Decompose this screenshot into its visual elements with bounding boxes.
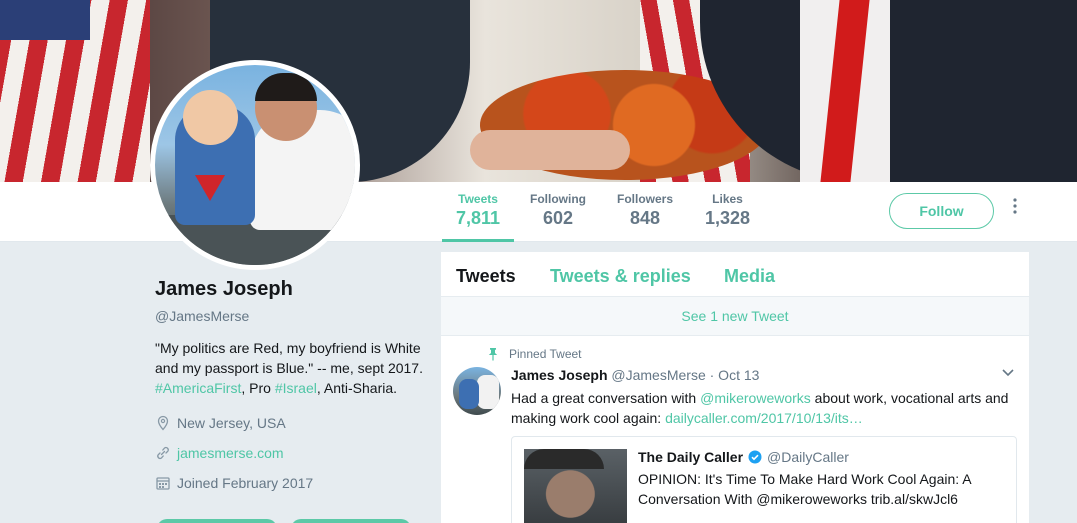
tweet-header: James Joseph @JamesMerse · Oct 13: [511, 367, 759, 383]
stat-value: 848: [629, 208, 661, 228]
hashtag-link[interactable]: #AmericaFirst: [155, 380, 241, 396]
quoted-tweet-header: The Daily Caller @DailyCaller: [638, 449, 849, 465]
tweet-text-part: Had a great conversation with: [511, 390, 701, 406]
mention-link[interactable]: @mikeroweworks: [700, 390, 811, 406]
profile-handle[interactable]: @JamesMerse: [155, 308, 425, 324]
profile-joined: Joined February 2017: [155, 474, 425, 492]
timeline: Tweets Tweets & replies Media See 1 new …: [441, 252, 1029, 523]
avatar-man-hair: [255, 73, 317, 101]
chevron-down-icon[interactable]: [1001, 368, 1015, 378]
bio-text: , Pro: [241, 380, 275, 396]
tweet-avatar-man: [477, 375, 499, 409]
tab-tweets-replies[interactable]: Tweets & replies: [550, 266, 691, 287]
calendar-icon: [156, 477, 170, 490]
location-text: New Jersey, USA: [177, 415, 286, 431]
stat-value: 1,328: [705, 208, 751, 228]
location-pin-icon: [157, 415, 169, 431]
pinned-tweet[interactable]: Pinned Tweet James Joseph @JamesMerse · …: [441, 336, 1029, 523]
bio-text: , Anti-Sharia.: [316, 380, 398, 396]
tab-media[interactable]: Media: [724, 266, 775, 287]
verified-badge-icon: [748, 450, 762, 464]
link-icon: [157, 446, 169, 460]
follow-button[interactable]: Follow: [889, 193, 994, 229]
stat-value: 602: [542, 208, 574, 228]
pinned-label-row: Pinned Tweet: [487, 347, 582, 361]
banner-handshake: [470, 130, 630, 170]
profile-website: jamesmerse.com: [155, 444, 425, 462]
avatar-child-head: [183, 90, 238, 145]
tweet-author-name[interactable]: James Joseph: [511, 367, 608, 383]
more-options-icon[interactable]: [1007, 198, 1023, 224]
tweet-text: Had a great conversation with @mikerowew…: [511, 388, 1021, 428]
stat-followers[interactable]: Followers 848: [617, 192, 673, 229]
profile-avatar[interactable]: [150, 60, 360, 270]
stat-label: Followers: [617, 192, 674, 206]
tweet-url-link[interactable]: dailycaller.com/2017/10/13/its…: [665, 410, 863, 426]
profile-name[interactable]: James Joseph: [155, 278, 425, 301]
joined-text: Joined February 2017: [177, 475, 314, 491]
flag-canton: [0, 0, 90, 40]
stat-following[interactable]: Following 602: [530, 192, 586, 229]
quoted-tweet-text: OPINION: It's Time To Make Hard Work Coo…: [638, 471, 971, 507]
tweet-avatar[interactable]: [453, 367, 501, 415]
tweet-to-button[interactable]: [157, 519, 277, 523]
tweet-avatar-child: [459, 379, 479, 409]
hashtag-link[interactable]: #Israel: [275, 380, 317, 396]
quoted-tweet-card[interactable]: The Daily Caller @DailyCaller OPINION: I…: [511, 436, 1017, 523]
pin-icon: [488, 348, 498, 361]
stat-likes[interactable]: Likes 1,328: [705, 192, 750, 229]
message-button[interactable]: [291, 519, 411, 523]
bio-text: "My politics are Red, my boyfriend is Wh…: [155, 340, 423, 376]
tweet-author-handle[interactable]: @JamesMerse: [611, 367, 705, 383]
tweet-date[interactable]: · Oct 13: [706, 367, 760, 383]
quoted-author-handle[interactable]: @DailyCaller: [767, 449, 849, 465]
quoted-author-name[interactable]: The Daily Caller: [638, 449, 743, 465]
stat-label: Likes: [712, 192, 743, 206]
timeline-tabs: Tweets Tweets & replies Media: [441, 252, 1029, 297]
stat-label: Tweets: [458, 192, 498, 206]
new-tweets-bar[interactable]: See 1 new Tweet: [441, 297, 1029, 336]
quoted-image-hat: [524, 449, 604, 469]
stat-label: Following: [530, 192, 586, 206]
profile-location: New Jersey, USA: [155, 414, 425, 432]
stat-value: 7,811: [456, 208, 501, 228]
pinned-label: Pinned Tweet: [509, 347, 582, 361]
tab-tweets[interactable]: Tweets: [456, 266, 516, 287]
website-link[interactable]: jamesmerse.com: [177, 445, 284, 461]
stat-tweets[interactable]: Tweets 7,811: [441, 192, 515, 242]
profile-sidebar: James Joseph @JamesMerse "My politics ar…: [155, 278, 425, 492]
profile-bio: "My politics are Red, my boyfriend is Wh…: [155, 338, 425, 398]
